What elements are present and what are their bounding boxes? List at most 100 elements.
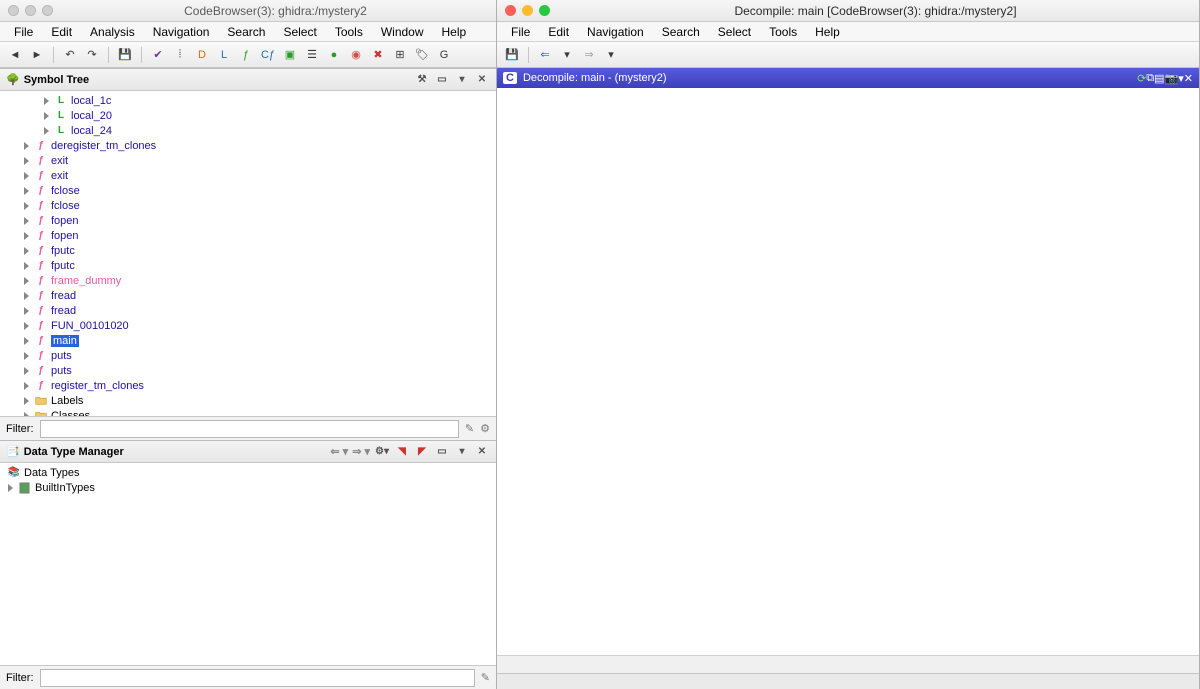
refresh-icon[interactable]: ⟳ xyxy=(1137,72,1146,85)
d-icon[interactable]: D xyxy=(193,46,211,64)
redo-icon[interactable]: ↷ xyxy=(83,46,101,64)
tree-item[interactable]: ƒregister_tm_clones xyxy=(0,378,496,393)
dropdown-icon[interactable]: ▾ xyxy=(602,46,620,64)
menu-item-file[interactable]: File xyxy=(503,23,538,41)
dtm-gear-icon[interactable]: ⚙▾ xyxy=(374,444,390,460)
tree-item[interactable]: ƒexit xyxy=(0,153,496,168)
run-icon[interactable]: ● xyxy=(325,46,343,64)
menu-icon[interactable]: ▾ xyxy=(454,72,470,88)
tree-item[interactable]: ƒfopen xyxy=(0,228,496,243)
menu-item-window[interactable]: Window xyxy=(373,23,432,41)
snapshot-icon[interactable]: 📷 xyxy=(1165,72,1179,85)
tree-item[interactable]: ƒputs xyxy=(0,348,496,363)
back-icon[interactable]: ◄ xyxy=(6,46,24,64)
cancel-icon[interactable]: ✖ xyxy=(369,46,387,64)
forward-icon[interactable]: ► xyxy=(28,46,46,64)
menu-item-help[interactable]: Help xyxy=(434,23,475,41)
tree-item[interactable]: ƒderegister_tm_clones xyxy=(0,138,496,153)
filter-settings-icon[interactable]: ✎ xyxy=(465,422,474,435)
tree-item[interactable]: 📚Data Types xyxy=(0,465,496,480)
menu-item-navigation[interactable]: Navigation xyxy=(145,23,218,41)
bookmark-icon[interactable]: 🏷 xyxy=(413,46,431,64)
tree-item[interactable]: Llocal_24 xyxy=(0,123,496,138)
decompile-header[interactable]: C Decompile: main - (mystery2) ⟳ ⧉ ▤ 📷 ▾… xyxy=(497,68,1199,88)
snapshot-icon[interactable]: ⊞ xyxy=(391,46,409,64)
check-icon[interactable]: ✔ xyxy=(149,46,167,64)
l-icon[interactable]: L xyxy=(215,46,233,64)
symbol-filter-input[interactable] xyxy=(40,420,459,438)
menu-item-select[interactable]: Select xyxy=(710,23,759,41)
tree-item[interactable]: ƒputs xyxy=(0,363,496,378)
graph-icon[interactable]: ▣ xyxy=(281,46,299,64)
menu-item-tools[interactable]: Tools xyxy=(327,23,371,41)
tree-item[interactable]: ƒfputc xyxy=(0,243,496,258)
copy-icon[interactable]: ⧉ xyxy=(1146,72,1154,85)
goto-icon[interactable]: G xyxy=(435,46,453,64)
filter-options-icon[interactable]: ⚙ xyxy=(480,422,490,435)
filter-icon[interactable]: ⚒ xyxy=(414,72,430,88)
tree-item[interactable]: ƒfread xyxy=(0,288,496,303)
menu-item-tools[interactable]: Tools xyxy=(761,23,805,41)
tree-item[interactable]: Labels xyxy=(0,393,496,408)
dtm-flag2-icon[interactable]: ◤ xyxy=(414,444,430,460)
export-icon[interactable]: ▤ xyxy=(1154,72,1164,85)
save-icon[interactable]: 💾 xyxy=(503,46,521,64)
dtm-back-icon[interactable]: ⇐ ▾ xyxy=(330,445,348,458)
tree-item[interactable]: ƒfopen xyxy=(0,213,496,228)
close-panel-icon[interactable]: ✕ xyxy=(1184,72,1193,85)
menu-item-help[interactable]: Help xyxy=(807,23,848,41)
minimize-window-icon[interactable] xyxy=(25,5,36,16)
dtm-filter-input[interactable] xyxy=(40,669,475,687)
dtm-collapse-icon[interactable]: ▭ xyxy=(434,444,450,460)
close-window-icon[interactable] xyxy=(505,5,516,16)
dtm-filter-settings-icon[interactable]: ✎ xyxy=(481,671,490,684)
menu-item-select[interactable]: Select xyxy=(275,23,324,41)
debug-icon[interactable]: ◉ xyxy=(347,46,365,64)
close-panel-icon[interactable]: ✕ xyxy=(474,72,490,88)
dtm-flag1-icon[interactable]: ◥ xyxy=(394,444,410,460)
tree-item[interactable]: ƒexit xyxy=(0,168,496,183)
menu-item-analysis[interactable]: Analysis xyxy=(82,23,143,41)
tree-item[interactable]: Classes xyxy=(0,408,496,416)
dropdown-icon[interactable]: ▾ xyxy=(558,46,576,64)
dtm-tree[interactable]: 📚Data TypesBuiltInTypes xyxy=(0,463,496,665)
zoom-window-icon[interactable] xyxy=(42,5,53,16)
dtm-menu-icon[interactable]: ▾ xyxy=(454,444,470,460)
collapse-icon[interactable]: ▭ xyxy=(434,72,450,88)
menu-item-file[interactable]: File xyxy=(6,23,41,41)
left-titlebar[interactable]: CodeBrowser(3): ghidra:/mystery2 xyxy=(0,0,496,22)
binary-icon[interactable]: ⦙ xyxy=(171,46,189,64)
tree-item[interactable]: ƒfclose xyxy=(0,198,496,213)
tree-item[interactable]: ƒmain xyxy=(0,333,496,348)
menu-item-navigation[interactable]: Navigation xyxy=(579,23,652,41)
tree-item[interactable]: ƒFUN_00101020 xyxy=(0,318,496,333)
tree-item[interactable]: ƒfread xyxy=(0,303,496,318)
tree-item[interactable]: Llocal_1c xyxy=(0,93,496,108)
undo-icon[interactable]: ↶ xyxy=(61,46,79,64)
close-window-icon[interactable] xyxy=(8,5,19,16)
tree-item[interactable]: ƒframe_dummy xyxy=(0,273,496,288)
right-titlebar[interactable]: Decompile: main [CodeBrowser(3): ghidra:… xyxy=(497,0,1199,22)
tree-item[interactable]: ƒfclose xyxy=(0,183,496,198)
menu-item-search[interactable]: Search xyxy=(219,23,273,41)
zoom-window-icon[interactable] xyxy=(539,5,550,16)
forward-icon[interactable]: ⇒ xyxy=(580,46,598,64)
tree-item[interactable]: ƒfputc xyxy=(0,258,496,273)
tree-item[interactable]: BuiltInTypes xyxy=(0,480,496,495)
menu-item-edit[interactable]: Edit xyxy=(540,23,577,41)
minimize-window-icon[interactable] xyxy=(522,5,533,16)
dtm-fwd-icon[interactable]: ⇒ ▾ xyxy=(352,445,370,458)
menu-item-edit[interactable]: Edit xyxy=(43,23,80,41)
cf-icon[interactable]: Cƒ xyxy=(259,46,277,64)
f-icon[interactable]: ƒ xyxy=(237,46,255,64)
symbol-tree-header[interactable]: 🌳 Symbol Tree ⚒ ▭ ▾ ✕ xyxy=(0,69,496,91)
menu-item-search[interactable]: Search xyxy=(654,23,708,41)
symbol-tree[interactable]: Llocal_1cLlocal_20Llocal_24ƒderegister_t… xyxy=(0,91,496,416)
tree-icon[interactable]: ☰ xyxy=(303,46,321,64)
back-icon[interactable]: ⇐ xyxy=(536,46,554,64)
dtm-header[interactable]: 📑 Data Type Manager ⇐ ▾ ⇒ ▾ ⚙▾ ◥ ◤ ▭ ▾ ✕ xyxy=(0,441,496,463)
dtm-close-icon[interactable]: ✕ xyxy=(474,444,490,460)
tree-item[interactable]: Llocal_20 xyxy=(0,108,496,123)
code-area[interactable] xyxy=(497,88,1199,655)
save-icon[interactable]: 💾 xyxy=(116,46,134,64)
